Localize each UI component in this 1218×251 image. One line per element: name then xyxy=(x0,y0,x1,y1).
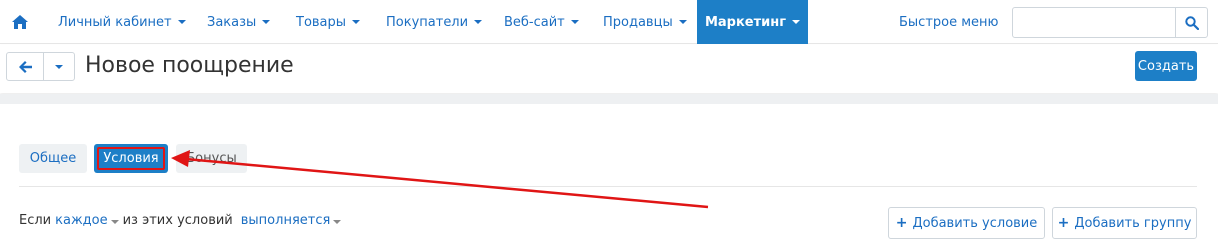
tab-label: Бонусы xyxy=(186,151,237,166)
nav-item-label: Покупатели xyxy=(386,14,469,30)
home-icon[interactable] xyxy=(10,12,30,32)
back-button-group xyxy=(6,52,75,81)
tab-conditions[interactable]: Условия xyxy=(94,144,168,173)
add-group-button[interactable]: + Добавить группу xyxy=(1052,207,1197,239)
chevron-down-icon xyxy=(177,20,186,24)
chevron-down-icon xyxy=(110,219,119,224)
conditions-prefix: Если xyxy=(19,212,52,228)
nav-item-orders[interactable]: Заказы xyxy=(195,0,282,44)
arrow-left-icon xyxy=(18,60,32,73)
back-button[interactable] xyxy=(7,53,44,80)
conditions-mode-dropdown[interactable]: каждое xyxy=(55,212,119,228)
tab-general[interactable]: Общее xyxy=(19,144,87,173)
add-condition-button[interactable]: + Добавить условие xyxy=(888,207,1045,239)
conditions-state-label: выполняется xyxy=(240,212,331,228)
highlight-box: Условия xyxy=(97,147,165,170)
nav-item-label: Личный кабинет xyxy=(58,14,172,30)
nav-item-customers[interactable]: Покупатели xyxy=(374,0,494,44)
nav-item-label: Маркетинг xyxy=(704,14,787,30)
chevron-down-icon xyxy=(792,20,801,24)
chevron-down-icon xyxy=(474,20,483,24)
search-icon xyxy=(1184,15,1199,30)
create-button[interactable]: Создать xyxy=(1135,51,1197,81)
header-separator xyxy=(0,94,1218,104)
page-title: Новое поощрение xyxy=(85,53,294,78)
conditions-mode-label: каждое xyxy=(55,212,108,228)
history-dropdown-button[interactable] xyxy=(44,53,74,80)
chevron-down-icon xyxy=(55,64,63,69)
chevron-down-icon xyxy=(570,20,579,24)
plus-icon: + xyxy=(1057,215,1070,231)
plus-icon: + xyxy=(895,215,908,231)
title-bar: Новое поощрение Создать xyxy=(0,45,1218,93)
nav-item-label: Веб-сайт xyxy=(504,14,565,30)
nav-item-label: Продавцы xyxy=(603,14,673,30)
nav-item-label: Заказы xyxy=(207,14,257,30)
tabs-divider xyxy=(19,186,1197,187)
chevron-down-icon xyxy=(333,219,342,224)
search-input[interactable] xyxy=(1012,7,1208,38)
nav-item-dashboard[interactable]: Личный кабинет xyxy=(46,0,198,44)
chevron-down-icon xyxy=(352,20,361,24)
conditions-state-dropdown[interactable]: выполняется xyxy=(241,213,342,228)
nav-item-website[interactable]: Веб-сайт xyxy=(492,0,591,44)
chevron-down-icon xyxy=(678,20,687,24)
tab-label: Условия xyxy=(103,151,159,166)
add-group-label: Добавить группу xyxy=(1074,215,1192,231)
conditions-middle-text: из этих условий xyxy=(122,212,233,228)
add-condition-label: Добавить условие xyxy=(912,215,1038,231)
quick-menu-link[interactable]: Быстрое меню xyxy=(899,0,999,44)
nav-item-products[interactable]: Товары xyxy=(284,0,372,44)
chevron-down-icon xyxy=(262,20,271,24)
tab-bonuses[interactable]: Бонусы xyxy=(176,144,247,173)
conditions-sentence: Если каждое из этих условий выполняется xyxy=(19,211,342,229)
tab-label: Общее xyxy=(29,151,77,166)
top-navigation: Личный кабинет Заказы Товары Покупатели … xyxy=(0,0,1218,44)
quick-menu-label: Быстрое меню xyxy=(899,14,999,30)
search-button[interactable] xyxy=(1175,8,1207,37)
nav-item-vendors[interactable]: Продавцы xyxy=(591,0,699,44)
nav-item-label: Товары xyxy=(296,14,347,30)
nav-item-marketing[interactable]: Маркетинг xyxy=(697,0,808,44)
